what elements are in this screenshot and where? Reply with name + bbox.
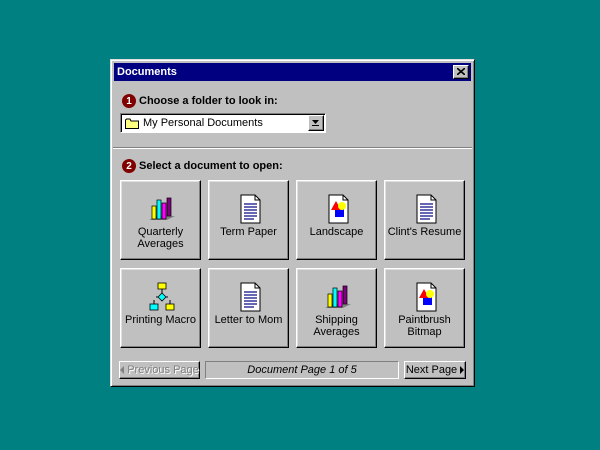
next-page-button[interactable]: Next Page <box>404 361 466 379</box>
bar-chart-icon <box>325 285 351 308</box>
folder-icon <box>125 118 139 129</box>
document-tile-quarterly-averages[interactable]: Quarterly Averages <box>120 180 201 260</box>
document-label: Paintbrush Bitmap <box>398 314 451 338</box>
step-1-badge: 1 <box>122 94 136 108</box>
document-label: Quarterly Averages <box>137 226 184 250</box>
document-tile-term-paper[interactable]: Term Paper <box>208 180 289 260</box>
document-label: Shipping Averages <box>313 314 360 338</box>
document-label: Printing Macro <box>125 314 196 326</box>
documents-window: Documents 1 Choose a folder to look in: … <box>110 59 475 387</box>
document-tile-paintbrush-bitmap[interactable]: Paintbrush Bitmap <box>384 268 465 348</box>
flowchart-icon <box>149 282 175 311</box>
step-2-label: Select a document to open: <box>139 160 283 172</box>
step-1-heading: 1 Choose a folder to look in: <box>122 93 278 109</box>
section-divider <box>113 147 472 149</box>
title-bar[interactable]: Documents <box>114 63 471 81</box>
step-2-badge: 2 <box>122 159 136 173</box>
document-icon <box>240 194 261 224</box>
document-tile-clints-resume[interactable]: Clint's Resume <box>384 180 465 260</box>
document-tile-shipping-averages[interactable]: Shipping Averages <box>296 268 377 348</box>
previous-page-button[interactable]: Previous Page <box>119 361 200 379</box>
picture-icon <box>328 194 349 224</box>
document-tile-landscape[interactable]: Landscape <box>296 180 377 260</box>
document-label: Term Paper <box>220 226 277 238</box>
picture-icon <box>416 282 437 312</box>
folder-dropdown-button[interactable] <box>308 115 324 131</box>
document-icon <box>240 282 261 312</box>
previous-page-label: Previous Page <box>127 364 199 376</box>
folder-dropdown[interactable]: My Personal Documents <box>120 113 326 133</box>
document-label: Clint's Resume <box>387 226 462 238</box>
arrow-right-icon <box>460 366 465 374</box>
close-button[interactable] <box>453 65 469 79</box>
document-label: Letter to Mom <box>214 314 283 326</box>
step-2-heading: 2 Select a document to open: <box>122 158 283 174</box>
page-status: Document Page 1 of 5 <box>205 361 399 379</box>
bar-chart-icon <box>149 197 175 220</box>
window-title: Documents <box>117 66 177 78</box>
step-1-label: Choose a folder to look in: <box>139 95 278 107</box>
document-tile-printing-macro[interactable]: Printing Macro <box>120 268 201 348</box>
dropdown-arrow-icon <box>312 120 319 126</box>
arrow-left-icon <box>120 366 125 374</box>
next-page-label: Next Page <box>405 364 458 376</box>
document-label: Landscape <box>309 226 364 238</box>
folder-dropdown-value: My Personal Documents <box>143 117 263 129</box>
document-icon <box>416 194 437 224</box>
close-icon <box>457 68 465 75</box>
document-tile-letter-to-mom[interactable]: Letter to Mom <box>208 268 289 348</box>
